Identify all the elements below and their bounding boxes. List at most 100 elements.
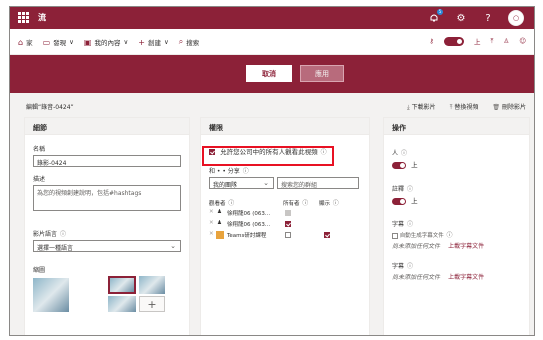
owner-checkbox [285, 210, 291, 216]
nav-my-content[interactable]: ▣ 我的內容 ∨ [84, 37, 128, 48]
autogen-row: 自動生成字幕文件 ⓘ [392, 230, 527, 239]
edit-actions: ⤓ 下載影片 ⤒ 替換視頻 🗑 刪除影片 [407, 102, 526, 112]
info-icon[interactable]: ⓘ [407, 186, 413, 193]
description-field[interactable]: 為您的視頻創建說明，包括#hashtags [33, 185, 181, 211]
language-label: 影片語言 [33, 231, 58, 238]
action-band: 取消 應用 [10, 55, 534, 93]
nav-bar: ⌂ 家 ▭ 發現 ∨ ▣ 我的內容 ∨ + 創建 ∨ ⌕ 搜索 ⚷ 上 ⤒ ♙ … [10, 29, 534, 55]
table-row: ✕ ♟ 徐翔龍06 (063... [209, 209, 359, 220]
autogen-checkbox[interactable] [392, 232, 398, 239]
no-caption-text: 尚未添加任何文件 [392, 243, 441, 250]
viewer-column-label: 觀看者 [209, 201, 226, 207]
share-scope-select[interactable]: 我的團隊 ⌄ [209, 177, 274, 189]
info-icon[interactable]: ⓘ [333, 200, 339, 207]
highlight-box [202, 146, 334, 166]
add-thumbnail-button[interactable]: + [139, 296, 165, 312]
discover-icon: ▭ [42, 37, 51, 47]
person-icon[interactable]: ♙ [503, 37, 509, 45]
captions-label: 字幕 [392, 221, 405, 228]
apply-button[interactable]: 應用 [300, 65, 344, 82]
app-title[interactable]: 流 [38, 12, 46, 23]
delete-video-button[interactable]: 🗑 刪除影片 [492, 102, 526, 112]
thumbnail-large[interactable] [33, 278, 69, 312]
nav-discover[interactable]: ▭ 發現 ∨ [42, 37, 74, 48]
table-row: ✕ Teams研討課程 [209, 231, 359, 242]
info-icon[interactable]: ⓘ [447, 232, 453, 239]
owner-checkbox[interactable] [285, 232, 291, 238]
name-group: 名稱 錄影-0424 [33, 144, 181, 167]
group-search-input[interactable]: 搜索您的群組 [276, 177, 359, 189]
language-group: 影片語言 ⓘ 選擇一種語言 ⌄ [33, 229, 181, 252]
key-icon[interactable]: ⚷ [429, 37, 434, 45]
owner-column-header: 所有者 ⓘ [283, 198, 308, 207]
upload-caption-link[interactable]: 上載字幕文件 [448, 243, 484, 250]
notifications-icon[interactable]: 5 [427, 9, 443, 25]
download-icon: ⤓ [407, 104, 410, 111]
nav-home-label: 家 [26, 39, 33, 47]
chevron-down-icon: ⌄ [263, 179, 269, 187]
avatar[interactable]: ○ [508, 10, 524, 26]
language-value: 選擇一種語言 [37, 245, 74, 252]
display-checkbox[interactable] [324, 232, 330, 238]
subtitles-group: 字幕 ⓘ 尚未添加任何文件 上載字幕文件 [392, 261, 527, 281]
subtitles-files-row: 尚未添加任何文件 上載字幕文件 [392, 272, 527, 281]
autogen-label: 自動生成字幕文件 [399, 233, 444, 239]
nav-search-label: 搜索 [186, 39, 200, 47]
name-field[interactable]: 錄影-0424 [33, 155, 181, 167]
remove-icon[interactable]: ✕ [209, 231, 214, 237]
replace-video-button[interactable]: ⤒ 替換視頻 [450, 102, 479, 112]
smiley-icon[interactable]: ☺ [519, 37, 526, 45]
permissions-header: 權限 [201, 118, 369, 135]
options-card: 操作 人 ⓘ 上 註釋 ⓘ 上 字幕 ⓘ 自動生成字幕文件 ⓘ 尚未添加任何文件… [383, 117, 530, 335]
nav-create[interactable]: + 創建 ∨ [138, 37, 168, 48]
info-icon[interactable]: ⓘ [407, 263, 413, 270]
owner-checkbox[interactable] [285, 221, 291, 227]
download-video-button[interactable]: ⤓ 下載影片 [407, 102, 436, 112]
share-label: 和 • • 分享 [209, 168, 240, 175]
thumbnail-option[interactable] [108, 296, 136, 312]
info-icon[interactable]: ⓘ [401, 150, 407, 157]
mode-toggle[interactable] [444, 36, 465, 46]
comments-toggle[interactable] [392, 161, 406, 169]
thumbnail-selected[interactable] [108, 276, 136, 294]
nav-home[interactable]: ⌂ 家 [18, 37, 33, 48]
comments-label-row: 人 ⓘ [392, 148, 522, 157]
upload-icon[interactable]: ⤒ [491, 37, 494, 46]
language-label-row: 影片語言 ⓘ [33, 229, 181, 238]
cancel-button[interactable]: 取消 [246, 65, 292, 82]
notes-state: 上 [411, 197, 418, 205]
description-group: 描述 為您的視頻創建說明，包括#hashtags [33, 174, 181, 211]
suite-bar: 流 5 ⚙ ? ○ [10, 7, 534, 29]
language-select[interactable]: 選擇一種語言 ⌄ [33, 240, 181, 252]
info-icon[interactable]: ⓘ [407, 221, 413, 228]
info-icon[interactable]: ⓘ [228, 200, 234, 207]
details-header: 細節 [25, 118, 189, 135]
share-label-row: 和 • • 分享 ⓘ [209, 166, 359, 175]
info-icon[interactable]: ⓘ [243, 168, 249, 175]
nav-search[interactable]: ⌕ 搜索 [179, 37, 199, 47]
owner-column-label: 所有者 [283, 201, 300, 207]
comments-state: 上 [411, 161, 418, 169]
notes-label-row: 註釋 ⓘ [392, 184, 522, 193]
upload-subtitle-link[interactable]: 上載字幕文件 [448, 274, 484, 281]
remove-icon[interactable]: ✕ [209, 220, 214, 226]
description-placeholder: 為您的視頻創建說明，包括#hashtags [37, 190, 142, 197]
notes-toggle[interactable] [392, 197, 406, 205]
plus-icon: + [138, 37, 145, 47]
group-icon [216, 231, 224, 239]
help-icon[interactable]: ? [481, 11, 495, 25]
viewer-column-header: 觀看者 ⓘ [209, 198, 234, 207]
replace-video-label: 替換視頻 [454, 104, 479, 111]
info-icon[interactable]: ⓘ [302, 200, 308, 207]
thumbnail-option[interactable] [139, 276, 165, 294]
app-launcher-icon[interactable] [18, 12, 29, 23]
delete-video-label: 刪除影片 [501, 104, 526, 111]
thumbnail-group: 縮圖 + [33, 265, 181, 316]
edit-header: 編輯“錄音-0424” ⤓ 下載影片 ⤒ 替換視頻 🗑 刪除影片 [10, 93, 534, 117]
captions-group: 字幕 ⓘ 自動生成字幕文件 ⓘ 尚未添加任何文件 上載字幕文件 [392, 219, 527, 250]
subtitles-label-row: 字幕 ⓘ [392, 261, 527, 270]
remove-icon[interactable]: ✕ [209, 209, 214, 215]
notes-label: 註釋 [392, 186, 405, 193]
settings-icon[interactable]: ⚙ [454, 11, 468, 25]
info-icon[interactable]: ⓘ [60, 231, 66, 238]
